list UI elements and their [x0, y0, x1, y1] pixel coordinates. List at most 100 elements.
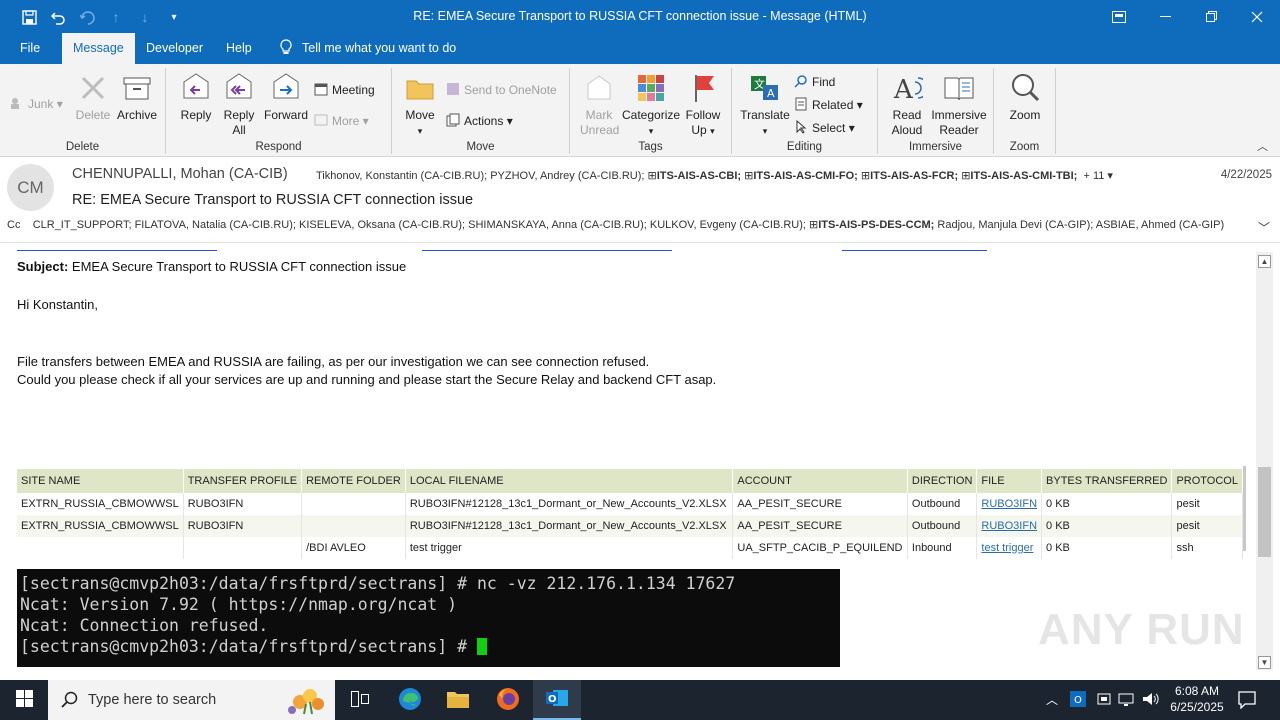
delete-icon: [77, 72, 109, 104]
tab-file[interactable]: File: [20, 33, 40, 64]
body-greeting: Hi Konstantin,: [17, 297, 98, 312]
reply-icon: [180, 72, 212, 104]
col-file: FILE: [976, 469, 1043, 493]
col-protocol: PROTOCOL: [1171, 469, 1243, 493]
translate-icon: 文A: [749, 72, 781, 104]
col-site-name: SITE NAME: [17, 469, 184, 493]
cc-recipients[interactable]: Cc CLR_IT_SUPPORT; FILATOVA, Natalia (CA…: [7, 218, 1224, 231]
mark-unread-button[interactable]: Mark Unread: [580, 72, 619, 138]
col-local-filename: LOCAL FILENAME: [405, 469, 734, 493]
reply-button[interactable]: Reply: [176, 72, 216, 123]
more-recipients[interactable]: + 11: [1083, 170, 1104, 182]
table-row: /BDI AVLEO test trigger UA_SFTP_CACIB_P_…: [17, 537, 1243, 559]
window-title: RE: EMEA Secure Transport to RUSSIA CFT …: [413, 9, 867, 23]
maximize-icon[interactable]: [1188, 0, 1234, 33]
reply-all-button[interactable]: Reply All: [220, 72, 258, 138]
body-subject-line: Subject: EMEA Secure Transport to RUSSIA…: [17, 259, 407, 274]
file-link[interactable]: test trigger: [981, 542, 1033, 554]
send-to-onenote-button[interactable]: Send to OneNote: [446, 80, 557, 100]
close-icon[interactable]: [1234, 0, 1280, 33]
message-header: CM CHENNUPALLI, Mohan (CA-CIB) Tikhonov,…: [0, 157, 1280, 243]
follow-up-button[interactable]: Follow Up ▾: [682, 72, 724, 139]
tab-message[interactable]: Message: [62, 33, 135, 64]
collapse-ribbon-icon[interactable]: ︿: [1257, 138, 1268, 154]
to-recipients[interactable]: Tikhonov, Konstantin (CA-CIB.RU); PYZHOV…: [316, 169, 1113, 182]
task-view-button[interactable]: [336, 680, 384, 720]
translate-button[interactable]: 文A Translate ▾: [740, 72, 790, 139]
forward-button[interactable]: Forward: [262, 72, 310, 123]
scroll-up-icon[interactable]: ▲: [1258, 255, 1271, 268]
delete-button[interactable]: Delete: [74, 72, 112, 123]
terminal-line: [sectrans@cmvp2h03:/data/frsftprd/sectra…: [20, 574, 736, 593]
scroll-down-icon[interactable]: ▼: [1258, 656, 1271, 669]
system-clock[interactable]: 6:08 AM 6/25/2025: [1164, 683, 1230, 715]
minimize-icon[interactable]: [1142, 0, 1188, 33]
expand-header-icon[interactable]: ﹀: [1258, 219, 1270, 236]
group-delete: Junk ▾ Delete Archive Delete: [0, 68, 166, 154]
zoom-button[interactable]: Zoom: [1004, 72, 1046, 123]
file-link[interactable]: RUBO3IFN: [981, 520, 1037, 532]
scroll-thumb[interactable]: [1258, 467, 1271, 557]
outlook-button[interactable]: O: [533, 680, 581, 720]
move-button[interactable]: Move ▾: [402, 72, 438, 139]
terminal-line: [sectrans@cmvp2h03:/data/frsftprd/sectra…: [20, 637, 477, 656]
meeting-button[interactable]: Meeting: [314, 80, 375, 100]
ribbon-tabs: File Message Developer Help Tell me what…: [0, 33, 1280, 64]
search-placeholder: Type here to search: [88, 692, 217, 708]
file-link[interactable]: RUBO3IFN: [981, 498, 1037, 510]
edge-button[interactable]: [386, 680, 434, 720]
file-explorer-button[interactable]: [434, 680, 482, 720]
notifications-icon[interactable]: [1238, 691, 1256, 712]
body-scrollbar[interactable]: ▲ ▼: [1256, 252, 1273, 670]
outlook-tray-icon[interactable]: O: [1070, 691, 1086, 710]
taskbar-search[interactable]: Type here to search: [48, 680, 335, 720]
start-button[interactable]: [0, 680, 48, 720]
folder-move-icon: [404, 72, 436, 104]
zoom-icon: [1009, 72, 1041, 104]
select-button[interactable]: Select ▾: [794, 118, 855, 138]
group-delete-label: Delete: [65, 141, 100, 153]
terminal-line: Ncat: Version 7.92 ( https://nmap.org/nc…: [20, 595, 458, 614]
group-zoom: Zoom Zoom: [994, 68, 1056, 154]
avatar[interactable]: CM: [7, 164, 54, 211]
actions-icon: [446, 113, 460, 127]
svg-text:A: A: [767, 87, 775, 100]
more-respond-button[interactable]: More ▾: [314, 111, 369, 131]
volume-icon[interactable]: [1142, 691, 1160, 710]
junk-button[interactable]: Junk ▾: [10, 94, 63, 114]
read-aloud-button[interactable]: A Read Aloud: [886, 72, 929, 138]
tell-me-text: Tell me what you want to do: [302, 41, 457, 55]
terminal-screenshot: [sectrans@cmvp2h03:/data/frsftprd/sectra…: [17, 569, 840, 667]
ribbon-display-options-icon[interactable]: [1096, 0, 1142, 33]
tell-me-search[interactable]: Tell me what you want to do: [280, 33, 456, 64]
tab-help[interactable]: Help: [226, 33, 252, 64]
group-respond-label: Respond: [255, 141, 302, 153]
sender-name[interactable]: CHENNUPALLI, Mohan (CA-CIB): [72, 166, 288, 182]
categorize-button[interactable]: Categorize ▾: [622, 72, 680, 139]
col-bytes: BYTES TRANSFERRED: [1041, 469, 1173, 493]
onenote-icon: [446, 82, 460, 96]
col-remote-folder: REMOTE FOLDER: [301, 469, 406, 493]
device-icon[interactable]: [1096, 691, 1112, 710]
firefox-icon: [496, 687, 520, 714]
title-bar: ↑ ↓ ▾ RE: EMEA Secure Transport to RUSSI…: [0, 0, 1280, 33]
table-row: EXTRN_RUSSIA_CBMOWWSL RUBO3IFN RUBO3IFN#…: [17, 493, 1243, 515]
clipped-previous-line: [17, 248, 1017, 254]
clock-time: 6:08 AM: [1174, 684, 1220, 698]
immersive-reader-icon: [943, 72, 975, 104]
tab-developer[interactable]: Developer: [146, 33, 203, 64]
terminal-line: Ncat: Connection refused.: [20, 616, 269, 635]
show-hidden-icons-icon[interactable]: ︿: [1046, 691, 1058, 708]
watermark: ANY RUN: [1038, 605, 1245, 654]
related-button[interactable]: Related ▾: [794, 95, 863, 115]
immersive-reader-button[interactable]: Immersive Reader: [930, 72, 988, 138]
junk-icon: [10, 96, 24, 110]
group-icon: ⊞: [744, 170, 754, 182]
archive-button[interactable]: Archive: [114, 72, 160, 123]
network-icon[interactable]: [1118, 691, 1136, 710]
find-button[interactable]: Find: [794, 72, 835, 92]
firefox-button[interactable]: [484, 680, 532, 720]
actions-button[interactable]: Actions ▾: [446, 111, 513, 131]
group-move-label: Move: [466, 141, 495, 153]
table-scrollbar[interactable]: [1243, 466, 1246, 551]
